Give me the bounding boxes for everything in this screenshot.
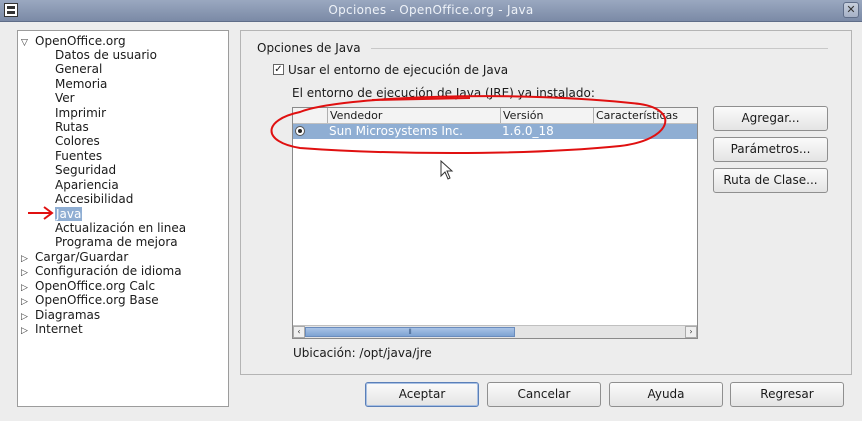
- window-title: Opciones - OpenOffice.org - Java: [328, 3, 534, 17]
- horizontal-scrollbar[interactable]: ‹ ⦀ ›: [293, 325, 697, 338]
- column-header-vendor[interactable]: Vendedor: [327, 108, 500, 123]
- jre-location: Ubicación: /opt/java/jre: [293, 346, 432, 360]
- cell-version: 1.6.0_18: [502, 124, 554, 138]
- tree-item-seguridad[interactable]: Seguridad: [55, 163, 116, 177]
- expand-arrow-icon[interactable]: ▷: [21, 324, 35, 338]
- tree-item-accesibilidad[interactable]: Accesibilidad: [55, 192, 133, 206]
- column-header-select[interactable]: [293, 108, 327, 123]
- table-row[interactable]: Sun Microsystems Inc. 1.6.0_18: [293, 124, 697, 139]
- expand-arrow-icon[interactable]: ▽: [21, 36, 35, 50]
- installed-jre-label: El entorno de ejecución de Java (JRE) ya…: [292, 86, 595, 100]
- ok-button[interactable]: Aceptar: [365, 382, 479, 407]
- tree-item-imprimir[interactable]: Imprimir: [55, 106, 106, 120]
- cell-vendor: Sun Microsystems Inc.: [329, 124, 463, 138]
- tree-item-rutas[interactable]: Rutas: [55, 120, 89, 134]
- expand-arrow-icon[interactable]: ▷: [21, 295, 35, 309]
- help-button[interactable]: Ayuda: [609, 382, 723, 407]
- scroll-left-icon[interactable]: ‹: [293, 326, 305, 338]
- jre-radio-button[interactable]: [295, 126, 305, 136]
- cancel-button[interactable]: Cancelar: [487, 382, 601, 407]
- use-jre-label: Usar el entorno de ejecución de Java: [288, 63, 509, 77]
- use-jre-checkbox[interactable]: ✓: [273, 64, 284, 75]
- tree-item-cargar-guardar[interactable]: ▷ Cargar/Guardar: [21, 250, 128, 264]
- column-header-features[interactable]: Características: [593, 108, 697, 123]
- tree-item-internet[interactable]: ▷ Internet: [21, 322, 83, 336]
- close-button[interactable]: ✕: [843, 2, 859, 18]
- jre-table-header: Vendedor Versión Características: [293, 108, 697, 124]
- tree-item-colores[interactable]: Colores: [55, 134, 100, 148]
- jre-table: Vendedor Versión Características Sun Mic…: [292, 107, 698, 339]
- tree-item-general[interactable]: General: [55, 62, 102, 76]
- tree-item-apariencia[interactable]: Apariencia: [55, 178, 119, 192]
- tree-item-programa-mejora[interactable]: Programa de mejora: [55, 235, 178, 249]
- tree-item-datos-usuario[interactable]: Datos de usuario: [55, 48, 157, 62]
- options-tree: ▽ OpenOffice.org Datos de usuario General…: [17, 30, 229, 407]
- back-button[interactable]: Regresar: [730, 382, 844, 407]
- expand-arrow-icon[interactable]: ▷: [21, 266, 35, 280]
- group-divider: [371, 48, 828, 49]
- tree-item-calc[interactable]: ▷ OpenOffice.org Calc: [21, 279, 155, 293]
- tree-item-base[interactable]: ▷ OpenOffice.org Base: [21, 293, 159, 307]
- tree-item-diagramas[interactable]: ▷ Diagramas: [21, 308, 100, 322]
- tree-item-actualizacion[interactable]: Actualización en linea: [55, 221, 186, 235]
- scroll-right-icon[interactable]: ›: [685, 326, 697, 338]
- tree-item-idioma[interactable]: ▷ Configuración de idioma: [21, 264, 182, 278]
- tree-item-java[interactable]: Java: [55, 207, 83, 221]
- column-header-version[interactable]: Versión: [500, 108, 593, 123]
- tree-item-openoffice-org[interactable]: ▽ OpenOffice.org: [21, 34, 126, 48]
- classpath-button[interactable]: Ruta de Clase...: [713, 168, 828, 193]
- add-button[interactable]: Agregar...: [713, 106, 828, 131]
- parameters-button[interactable]: Parámetros...: [713, 137, 828, 162]
- title-bar: Opciones - OpenOffice.org - Java ✕: [0, 0, 862, 22]
- mouse-cursor-icon: [440, 160, 454, 180]
- group-title: Opciones de Java: [257, 41, 361, 55]
- scroll-thumb[interactable]: ⦀: [305, 327, 515, 337]
- tree-item-fuentes[interactable]: Fuentes: [55, 149, 102, 163]
- tree-item-ver[interactable]: Ver: [55, 91, 75, 105]
- tree-item-memoria[interactable]: Memoria: [55, 77, 107, 91]
